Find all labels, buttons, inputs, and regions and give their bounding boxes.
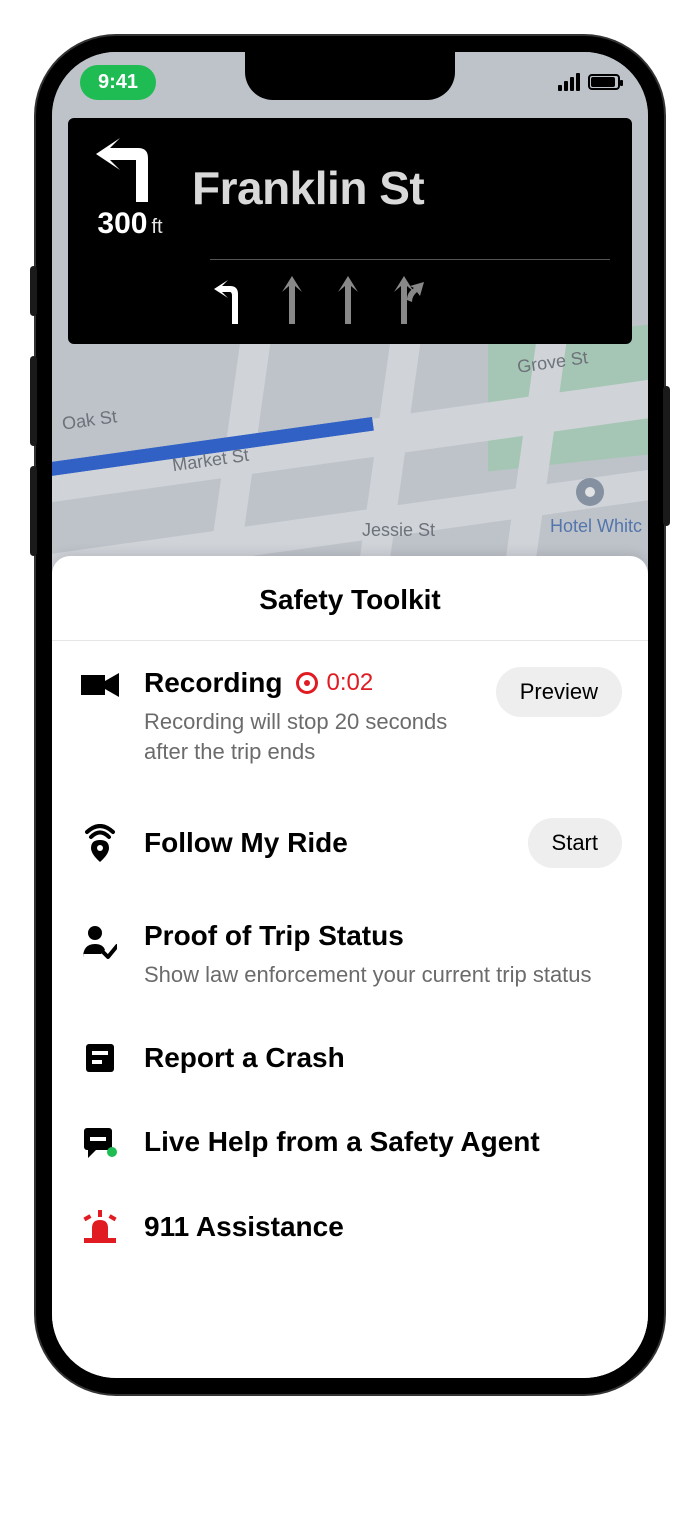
battery-icon bbox=[588, 74, 620, 90]
toolkit-row-911[interactable]: 911 Assistance bbox=[52, 1184, 648, 1254]
status-icons bbox=[558, 73, 620, 91]
side-button bbox=[30, 356, 37, 446]
row-title: Follow My Ride bbox=[144, 827, 348, 858]
person-verified-icon bbox=[83, 924, 117, 960]
toolkit-row-follow-ride[interactable]: Follow My Ride Start bbox=[52, 792, 648, 894]
cellular-signal-icon bbox=[558, 73, 580, 91]
safety-toolkit-sheet[interactable]: Safety Toolkit Recording bbox=[52, 556, 648, 1378]
side-button bbox=[30, 466, 37, 556]
row-title: Report a Crash bbox=[144, 1042, 345, 1073]
emergency-siren-icon bbox=[82, 1210, 118, 1244]
lane-straight-icon bbox=[334, 274, 362, 326]
video-camera-icon bbox=[81, 671, 119, 699]
record-dot-icon bbox=[296, 672, 318, 694]
status-time-pill[interactable]: 9:41 bbox=[80, 65, 156, 100]
toolkit-row-live-help[interactable]: Live Help from a Safety Agent bbox=[52, 1100, 648, 1184]
location-broadcast-icon bbox=[83, 824, 117, 862]
row-title: Proof of Trip Status bbox=[144, 920, 622, 952]
preview-button[interactable]: Preview bbox=[496, 667, 622, 717]
recording-timer: 0:02 bbox=[326, 669, 373, 697]
divider bbox=[210, 259, 610, 260]
report-document-icon bbox=[84, 1042, 116, 1074]
sheet-title: Safety Toolkit bbox=[52, 556, 648, 640]
row-subtitle: Recording will stop 20 seconds after the… bbox=[144, 707, 474, 766]
start-button[interactable]: Start bbox=[528, 818, 622, 868]
toolkit-row-recording[interactable]: Recording 0:02 Recording will stop 20 se… bbox=[52, 641, 648, 792]
chat-agent-icon bbox=[82, 1126, 118, 1158]
row-subtitle: Show law enforcement your current trip s… bbox=[144, 960, 622, 990]
toolkit-row-proof-status[interactable]: Proof of Trip Status Show law enforcemen… bbox=[52, 894, 648, 1016]
recording-indicator: 0:02 bbox=[296, 669, 373, 697]
row-title: Recording bbox=[144, 667, 282, 699]
lane-guidance bbox=[210, 274, 610, 326]
lane-straight-right-icon bbox=[390, 274, 426, 326]
row-title: 911 Assistance bbox=[144, 1211, 344, 1242]
distance-unit: ft bbox=[151, 216, 162, 239]
phone-frame: 9:41 Oak St Grove St Market St Jessie St… bbox=[36, 36, 664, 1394]
row-title: Live Help from a Safety Agent bbox=[144, 1126, 540, 1157]
lane-left-turn-icon bbox=[210, 274, 250, 326]
side-button bbox=[663, 386, 670, 526]
screen: 9:41 Oak St Grove St Market St Jessie St… bbox=[52, 52, 648, 1378]
navigation-street-name: Franklin St bbox=[192, 161, 424, 215]
turn-left-icon bbox=[90, 134, 170, 206]
distance-value: 300 bbox=[97, 207, 147, 241]
notch bbox=[245, 52, 455, 100]
toolkit-list: Recording 0:02 Recording will stop 20 se… bbox=[52, 641, 648, 1378]
turn-distance: 300 ft bbox=[90, 207, 170, 241]
lane-straight-icon bbox=[278, 274, 306, 326]
navigation-card[interactable]: 300 ft Franklin St bbox=[68, 118, 632, 344]
side-button bbox=[30, 266, 37, 316]
toolkit-row-report-crash[interactable]: Report a Crash bbox=[52, 1016, 648, 1100]
